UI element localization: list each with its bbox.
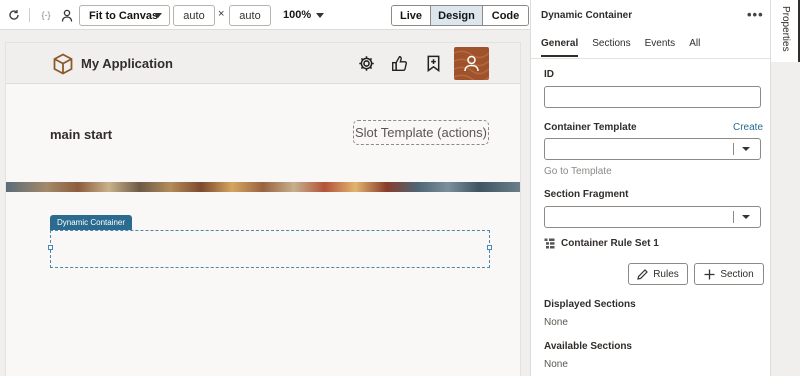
decorative-banner: [6, 182, 520, 192]
thumbs-up-icon[interactable]: [389, 53, 409, 73]
select-divider: [733, 143, 734, 155]
rules-button[interactable]: Rules: [628, 263, 688, 285]
plus-icon: [704, 269, 715, 279]
canvas-width-input[interactable]: auto: [173, 5, 215, 26]
app-preview: My Application main start Slot Template …: [5, 42, 521, 376]
id-label: ID: [544, 69, 554, 80]
app-logo-icon: [53, 53, 73, 75]
main-start-heading: main start: [50, 127, 113, 142]
mode-code-button[interactable]: Code: [482, 6, 528, 25]
create-template-link[interactable]: Create: [733, 122, 763, 133]
slot-template-actions[interactable]: Slot Template (actions): [353, 120, 489, 145]
resize-handle-right[interactable]: [487, 245, 492, 250]
design-canvas: My Application main start Slot Template …: [0, 31, 530, 376]
pencil-icon: [637, 268, 649, 280]
mode-live-button[interactable]: Live: [392, 6, 430, 25]
rule-set-label: Container Rule Set 1: [561, 238, 659, 249]
tab-sections[interactable]: Sections: [592, 38, 630, 57]
id-input[interactable]: [544, 86, 761, 108]
chevron-down-icon[interactable]: [742, 215, 750, 219]
chevron-down-icon[interactable]: [742, 147, 750, 151]
displayed-sections-value: None: [544, 317, 568, 328]
select-divider: [733, 211, 734, 223]
resize-handle-left[interactable]: [48, 245, 53, 250]
view-mode-switcher: Live Design Code: [391, 5, 529, 26]
properties-tab-label: Properties: [780, 6, 791, 52]
side-tab-strip: Properties: [770, 0, 800, 376]
dynamic-container-selection[interactable]: [48, 230, 492, 268]
section-fragment-select[interactable]: [544, 206, 761, 228]
zoom-chevron-down-icon[interactable]: [316, 13, 324, 18]
tab-general[interactable]: General: [541, 38, 579, 57]
person-icon[interactable]: [59, 7, 75, 23]
container-template-select[interactable]: [544, 138, 761, 160]
tab-events[interactable]: Events: [645, 38, 676, 57]
add-section-button[interactable]: Section: [694, 263, 764, 285]
fit-to-canvas-dropdown[interactable]: Fit to Canvas: [79, 5, 170, 26]
designer-toolbar: {-} Fit to Canvas auto × auto 100% Live …: [0, 0, 530, 30]
rule-set-icon: [544, 238, 555, 249]
refresh-icon[interactable]: [6, 7, 22, 23]
go-to-template-link: Go to Template: [544, 166, 612, 177]
container-rule-set[interactable]: Container Rule Set 1: [544, 238, 659, 249]
tab-properties[interactable]: Properties: [771, 0, 800, 62]
mode-design-button[interactable]: Design: [430, 6, 482, 25]
avatar[interactable]: [454, 47, 489, 80]
rules-button-label: Rules: [653, 268, 679, 280]
variable-braces-icon[interactable]: {-}: [38, 7, 54, 23]
app-title: My Application: [81, 56, 173, 71]
properties-panel: Dynamic Container ••• General Sections E…: [530, 0, 771, 376]
tabs-divider: [531, 58, 771, 59]
available-sections-label: Available Sections: [544, 341, 632, 352]
toolbar-divider: [29, 8, 30, 22]
tab-all[interactable]: All: [689, 38, 700, 57]
section-fragment-label: Section Fragment: [544, 189, 629, 200]
dimension-separator: ×: [218, 8, 225, 20]
panel-tabs: General Sections Events All: [541, 38, 700, 57]
gear-icon[interactable]: [356, 53, 376, 73]
canvas-height-input[interactable]: auto: [229, 5, 271, 26]
panel-title: Dynamic Container: [541, 10, 633, 21]
zoom-level[interactable]: 100%: [283, 9, 311, 21]
fit-to-canvas-label: Fit to Canvas: [89, 9, 159, 22]
displayed-sections-label: Displayed Sections: [544, 299, 636, 310]
app-header: My Application: [6, 43, 520, 84]
section-button-label: Section: [720, 268, 754, 280]
bookmark-icon[interactable]: [423, 53, 443, 73]
more-options-icon[interactable]: •••: [747, 7, 764, 22]
available-sections-value: None: [544, 359, 568, 370]
container-template-label: Container Template: [544, 122, 637, 133]
dynamic-container-tag[interactable]: Dynamic Container: [50, 215, 133, 230]
chevron-down-icon: [154, 13, 162, 18]
